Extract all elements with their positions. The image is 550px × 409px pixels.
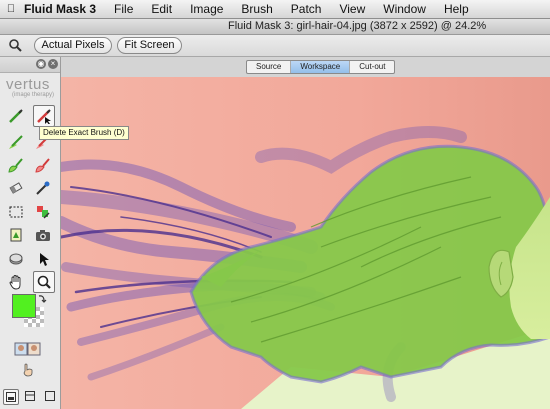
menu-brush[interactable]: Brush: [232, 2, 281, 16]
vertus-logo: vertus (image therapy): [6, 77, 56, 99]
delete-exact-brush-icon[interactable]: [33, 105, 55, 127]
menu-view[interactable]: View: [330, 2, 374, 16]
hand-pointer-icon[interactable]: [18, 359, 38, 379]
panel-settings-icon[interactable]: ◉: [36, 59, 46, 69]
menu-image[interactable]: Image: [181, 2, 232, 16]
image-canvas[interactable]: [61, 77, 550, 409]
zoom-tool-icon[interactable]: [33, 271, 55, 293]
eraser-icon[interactable]: [6, 178, 26, 198]
panel-header: ◉ ×: [0, 57, 60, 73]
tab-source[interactable]: Source: [247, 61, 292, 73]
toolbar: Actual Pixels Fit Screen: [0, 35, 550, 57]
logo-name: vertus: [6, 76, 50, 93]
rect-select-icon[interactable]: [6, 202, 26, 222]
swap-colors-icon[interactable]: [37, 293, 47, 303]
foreground-color-swatch[interactable]: [12, 294, 36, 318]
window-title: Fluid Mask 3: girl-hair-04.jpg (3872 x 2…: [228, 20, 487, 32]
keep-brush-icon[interactable]: [6, 106, 26, 126]
blend-icon[interactable]: [6, 249, 26, 269]
menu-edit[interactable]: Edit: [142, 2, 181, 16]
view-mode-2-icon[interactable]: [23, 389, 37, 403]
menu-help[interactable]: Help: [435, 2, 478, 16]
menu-app-name[interactable]: Fluid Mask 3: [18, 2, 105, 16]
window-title-bar: Fluid Mask 3: girl-hair-04.jpg (3872 x 2…: [0, 19, 550, 35]
view-mode-1-icon[interactable]: [3, 389, 19, 405]
camera-icon[interactable]: [33, 225, 53, 245]
menu-window[interactable]: Window: [374, 2, 435, 16]
delete-patch-icon[interactable]: [33, 155, 53, 175]
keep-local-brush-icon[interactable]: [6, 132, 26, 152]
hand-icon[interactable]: [6, 272, 26, 292]
cutout-icon[interactable]: [6, 225, 26, 245]
view-mode-bar: [0, 389, 60, 409]
pointer-icon[interactable]: [33, 249, 53, 269]
menu-bar:  Fluid Mask 3 File Edit Image Brush Pat…: [0, 0, 550, 19]
keep-patch-icon[interactable]: [6, 155, 26, 175]
people-icon[interactable]: [13, 339, 43, 359]
fit-screen-button[interactable]: Fit Screen: [117, 37, 182, 54]
patch-tool-icon[interactable]: [33, 202, 53, 222]
apple-icon[interactable]: : [4, 3, 18, 15]
tool-panel: ◉ × vertus (image therapy): [0, 57, 61, 409]
tab-cutout[interactable]: Cut-out: [350, 61, 394, 73]
view-tabs: Source Workspace Cut-out: [246, 60, 396, 74]
workspace-area: Source Workspace Cut-out: [61, 57, 550, 409]
panel-close-icon[interactable]: ×: [48, 59, 58, 69]
view-mode-3-icon[interactable]: [43, 389, 57, 403]
logo-subtitle: (image therapy): [12, 92, 55, 98]
eyedropper-icon[interactable]: [33, 178, 53, 198]
tab-workspace[interactable]: Workspace: [291, 61, 351, 73]
menu-patch[interactable]: Patch: [282, 2, 331, 16]
magnifier-icon[interactable]: [8, 38, 22, 52]
actual-pixels-button[interactable]: Actual Pixels: [34, 37, 112, 54]
tool-tooltip: Delete Exact Brush (D): [39, 126, 129, 140]
menu-file[interactable]: File: [105, 2, 142, 16]
